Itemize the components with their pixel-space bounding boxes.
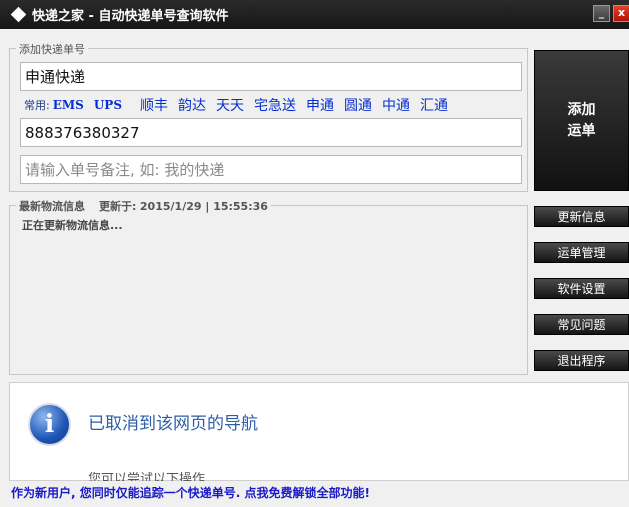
carrier-link-shunfeng[interactable]: 顺丰 [140,95,168,115]
close-button[interactable]: x [613,5,629,22]
carrier-link-huitong[interactable]: 汇通 [420,95,448,115]
navigation-canceled-title: 已取消到该网页的导航 [88,414,258,434]
common-carriers-label: 常用: [24,99,50,112]
refresh-info-button[interactable]: 更新信息 [534,206,629,227]
carrier-link-zhaijisong[interactable]: 宅急送 [254,95,296,115]
exit-program-button[interactable]: 退出程序 [534,350,629,371]
title-bar[interactable]: 快递之家 - 自动快递单号查询软件 _ x [0,0,629,29]
logistics-info-legend: 最新物流信息 更新于: 2015/1/29 | 15:55:36 [16,198,271,214]
logistics-status-text: 正在更新物流信息... [22,219,123,232]
app-window: 快递之家 - 自动快递单号查询软件 _ x 添加快递单号 申通快递 常用: EM… [0,0,629,507]
add-waybill-label: 添加 运单 [568,100,596,142]
add-waybill-button[interactable]: 添加 运单 [534,50,629,191]
logistics-info-title: 最新物流信息 [19,200,85,213]
carrier-link-yunda[interactable]: 韵达 [178,95,206,115]
add-waybill-label-line1: 添加 [567,101,596,118]
add-tracking-legend: 添加快递单号 [16,41,88,57]
common-carriers-row: 常用: EMS UPS 顺丰 韵达 天天 宅急送 申通 圆通 中通 汇通 [24,96,458,114]
info-icon: i [28,403,71,446]
faq-button[interactable]: 常见问题 [534,314,629,335]
updated-label: 更新于: [99,200,137,213]
carrier-link-tiantian[interactable]: 天天 [216,95,244,115]
app-logo-icon [10,6,27,23]
minimize-button[interactable]: _ [593,5,610,22]
updated-timestamp: 2015/1/29 | 15:55:36 [139,200,268,213]
carrier-link-zhongtong[interactable]: 中通 [382,95,410,115]
software-settings-button[interactable]: 软件设置 [534,278,629,299]
carrier-link-ups[interactable]: UPS [94,98,122,112]
carrier-link-ems[interactable]: EMS [53,98,84,112]
tracking-number-field[interactable]: 888376380327 [20,118,522,147]
waybill-manage-button[interactable]: 运单管理 [534,242,629,263]
carrier-link-yuantong[interactable]: 圆通 [344,95,372,115]
courier-company-field[interactable]: 申通快递 [20,62,522,91]
unlock-features-link[interactable]: 作为新用户, 您同时仅能追踪一个快递单号. 点我免费解锁全部功能! [11,484,370,501]
note-field[interactable]: 请输入单号备注, 如: 我的快递 [20,155,522,184]
add-waybill-label-line2: 运单 [567,122,596,139]
window-title: 快递之家 - 自动快递单号查询软件 [32,9,229,24]
carrier-link-shentong[interactable]: 申通 [306,95,334,115]
navigation-canceled-subtitle: 您可以尝试以下操作 [88,472,206,481]
